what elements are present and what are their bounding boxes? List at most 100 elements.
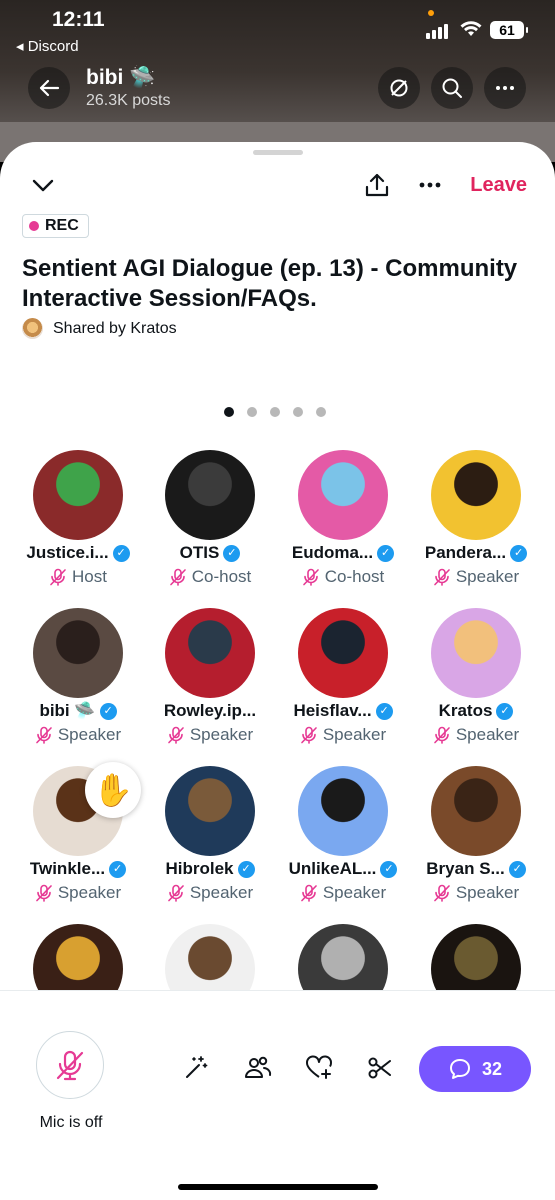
search-icon [442, 78, 462, 98]
mic-toggle-button[interactable] [36, 1031, 104, 1099]
home-indicator[interactable] [178, 1184, 378, 1190]
mic-muted-icon [433, 884, 451, 902]
page-dot[interactable] [270, 407, 280, 417]
participant-avatar[interactable] [165, 450, 255, 540]
participant-name-row: OTIS ✓ [144, 543, 276, 563]
heart-plus-icon [306, 1055, 332, 1079]
participant-role: Speaker [322, 883, 387, 902]
mic-muted-icon [433, 568, 451, 586]
wifi-icon [460, 21, 482, 36]
raised-hand-icon: ✋ [85, 762, 141, 818]
recording-badge: REC [22, 214, 89, 238]
effects-button[interactable] [181, 1053, 211, 1083]
participant-role: Speaker [189, 725, 254, 744]
participant-card[interactable]: Eudoma... ✓ Co-host [277, 450, 409, 600]
verified-badge-icon: ✓ [237, 860, 255, 878]
participant-card[interactable]: ✋ Twinkle... ✓ Speaker [12, 762, 144, 916]
share-button[interactable] [362, 170, 392, 200]
participant-role-row: Speaker [277, 883, 409, 903]
share-icon [365, 173, 389, 197]
verified-badge-icon: ✓ [375, 702, 393, 720]
participant-role-row: Speaker [12, 883, 144, 903]
participant-avatar[interactable] [298, 608, 388, 698]
participant-role-row: Host [12, 567, 144, 587]
participant-name-row: Pandera... ✓ [410, 543, 542, 563]
participant-avatar[interactable] [33, 450, 123, 540]
participant-card[interactable]: bibi 🛸 ✓ Speaker [12, 608, 144, 758]
participant-card[interactable]: Heisflav... ✓ Speaker [277, 608, 409, 758]
more-options-button[interactable] [484, 67, 526, 109]
minimize-button[interactable] [28, 170, 58, 200]
mic-muted-icon [169, 568, 187, 586]
shared-by-row[interactable]: Shared by Kratos [22, 318, 177, 339]
sheet-grabber[interactable] [253, 150, 303, 155]
participant-role: Co-host [324, 567, 385, 586]
page-dot[interactable] [247, 407, 257, 417]
participant-card[interactable]: Pandera... ✓ Speaker [410, 450, 542, 600]
participant-name-row: Rowley.ip... [144, 701, 276, 721]
participant-card[interactable]: Rowley.ip... Speaker [144, 608, 276, 758]
participant-role: Co-host [191, 567, 252, 586]
page-dot[interactable] [316, 407, 326, 417]
comments-button[interactable]: 32 [419, 1046, 531, 1092]
participant-avatar[interactable] [431, 608, 521, 698]
chat-bubble-icon [449, 1059, 470, 1079]
cellular-signal-icon [426, 24, 448, 39]
verified-badge-icon: ✓ [380, 860, 398, 878]
participant-avatar[interactable] [431, 766, 521, 856]
participant-card[interactable]: OTIS ✓ Co-host [144, 450, 276, 600]
page-dot[interactable] [293, 407, 303, 417]
page-indicator [224, 407, 326, 417]
verified-badge-icon: ✓ [109, 860, 127, 878]
participant-name-row: Bryan S... ✓ [410, 859, 542, 879]
mic-status-label: Mic is off [39, 1114, 103, 1131]
participant-avatar[interactable] [165, 608, 255, 698]
participant-card[interactable]: Kratos ✓ Speaker [410, 608, 542, 758]
more-dots-icon [496, 86, 514, 90]
participant-role: Speaker [189, 883, 254, 902]
arrow-left-icon [39, 79, 60, 97]
participant-name: Bryan S... [426, 859, 505, 878]
mic-muted-icon [433, 726, 451, 744]
clip-button[interactable] [365, 1053, 395, 1083]
mic-muted-icon [35, 884, 53, 902]
participant-role: Speaker [322, 725, 387, 744]
participant-role: Speaker [57, 883, 122, 902]
participant-avatar[interactable] [165, 766, 255, 856]
participant-name: Twinkle... [29, 859, 106, 878]
mic-muted-icon [300, 884, 318, 902]
participant-card[interactable]: Justice.i... ✓ Host [12, 450, 144, 600]
participant-name: Eudoma... [291, 543, 374, 562]
participant-role-row: Speaker [144, 725, 276, 745]
participant-role-row: Speaker [410, 883, 542, 903]
search-button[interactable] [431, 67, 473, 109]
chevron-down-icon [32, 179, 54, 192]
no-grok-icon [390, 79, 408, 97]
participant-name: Pandera... [424, 543, 507, 562]
participant-name-row: bibi 🛸 ✓ [12, 701, 144, 721]
participant-card[interactable]: Bryan S... ✓ Speaker [410, 766, 542, 916]
verified-badge-icon: ✓ [510, 544, 528, 562]
reactions-button[interactable] [304, 1053, 334, 1083]
participant-avatar[interactable] [298, 766, 388, 856]
back-to-app-link[interactable]: ◂ Discord [16, 37, 79, 55]
page-dot[interactable] [224, 407, 234, 417]
participant-name: Kratos [438, 701, 493, 720]
participant-avatar[interactable] [298, 450, 388, 540]
participant-name: bibi 🛸 [39, 701, 96, 720]
mic-muted-icon [302, 568, 320, 586]
participant-avatar[interactable] [431, 450, 521, 540]
participant-card[interactable]: Hibrolek ✓ Speaker [144, 766, 276, 916]
notifications-off-button[interactable] [378, 67, 420, 109]
back-button[interactable] [28, 67, 70, 109]
verified-badge-icon: ✓ [99, 702, 117, 720]
participant-name: Heisflav... [293, 701, 372, 720]
participant-card[interactable]: UnlikeAL... ✓ Speaker [277, 766, 409, 916]
participant-avatar[interactable] [33, 608, 123, 698]
leave-button[interactable]: Leave [470, 174, 527, 197]
space-more-button[interactable] [415, 170, 445, 200]
participants-button[interactable] [243, 1053, 273, 1083]
scissors-icon [368, 1057, 391, 1079]
participant-name: Hibrolek [165, 859, 234, 878]
recording-dot-icon [29, 221, 39, 231]
